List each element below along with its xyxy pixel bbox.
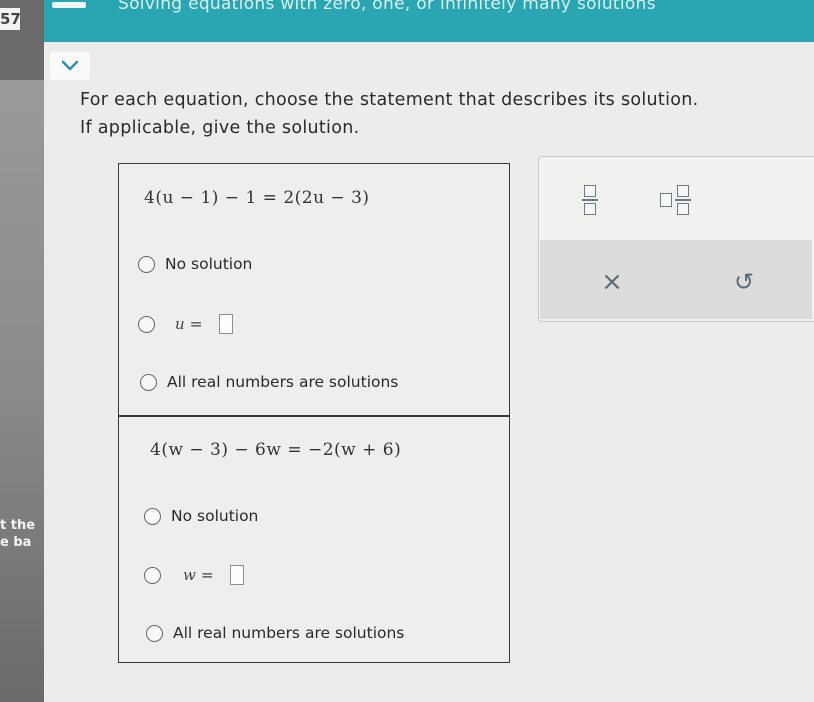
close-icon: × xyxy=(601,267,623,297)
mixed-number-icon xyxy=(659,185,691,215)
q1-option-all-real[interactable]: All real numbers are solutions xyxy=(140,373,398,391)
background-window-number: 57 xyxy=(0,8,21,30)
variable-label: w = xyxy=(183,566,214,584)
equation-2: 4(w − 3) − 6w = −2(w + 6) xyxy=(150,440,402,460)
q2-option-value[interactable]: w = xyxy=(144,565,244,585)
background-window-strip: 57 t the e ba xyxy=(0,0,44,702)
instructions-line-1: For each equation, choose the statement … xyxy=(80,90,699,110)
answer-input[interactable] xyxy=(229,565,244,585)
radio-button[interactable] xyxy=(144,507,161,525)
q2-option-no-solution[interactable]: No solution xyxy=(144,507,258,525)
variable-label: u = xyxy=(175,315,203,333)
collapse-button[interactable] xyxy=(50,52,90,80)
menu-icon[interactable] xyxy=(52,2,86,8)
tools-panel-bottom xyxy=(540,240,812,319)
fraction-button[interactable] xyxy=(570,180,610,220)
chevron-down-icon xyxy=(61,60,79,71)
instructions-line-2: If applicable, give the solution. xyxy=(80,118,360,138)
radio-button[interactable] xyxy=(140,373,157,391)
variable-name: w xyxy=(183,566,196,584)
q1-option-value[interactable]: u = xyxy=(138,314,233,334)
q1-option-no-solution[interactable]: No solution xyxy=(138,255,252,273)
option-label: All real numbers are solutions xyxy=(167,373,399,391)
radio-button[interactable] xyxy=(146,624,163,642)
header-bar: Solving equations with zero, one, or inf… xyxy=(44,0,814,42)
equals-sign: = xyxy=(200,566,214,584)
option-label: All real numbers are solutions xyxy=(173,624,405,642)
radio-button[interactable] xyxy=(144,566,161,584)
radio-button[interactable] xyxy=(138,255,155,273)
background-window-text-1: t the xyxy=(0,518,36,533)
radio-button[interactable] xyxy=(138,315,155,333)
background-window-lower xyxy=(0,80,44,702)
instructions: For each equation, choose the statement … xyxy=(80,86,699,142)
option-label: No solution xyxy=(171,507,259,525)
question-divider xyxy=(118,415,509,417)
answer-input[interactable] xyxy=(218,314,233,334)
undo-icon: ↺ xyxy=(733,268,755,296)
questions-box xyxy=(118,163,510,663)
topic-title: Solving equations with zero, one, or inf… xyxy=(118,0,656,14)
clear-button[interactable]: × xyxy=(594,264,630,300)
fraction-icon xyxy=(582,185,598,215)
equals-sign: = xyxy=(189,315,203,333)
q2-option-all-real[interactable]: All real numbers are solutions xyxy=(146,624,404,642)
mixed-number-button[interactable] xyxy=(650,180,700,220)
equation-1: 4(u − 1) − 1 = 2(2u − 3) xyxy=(144,188,370,208)
variable-name: u xyxy=(175,315,185,333)
background-window-text-2: e ba xyxy=(0,535,32,550)
undo-button[interactable]: ↺ xyxy=(726,264,762,300)
option-label: No solution xyxy=(165,255,253,273)
